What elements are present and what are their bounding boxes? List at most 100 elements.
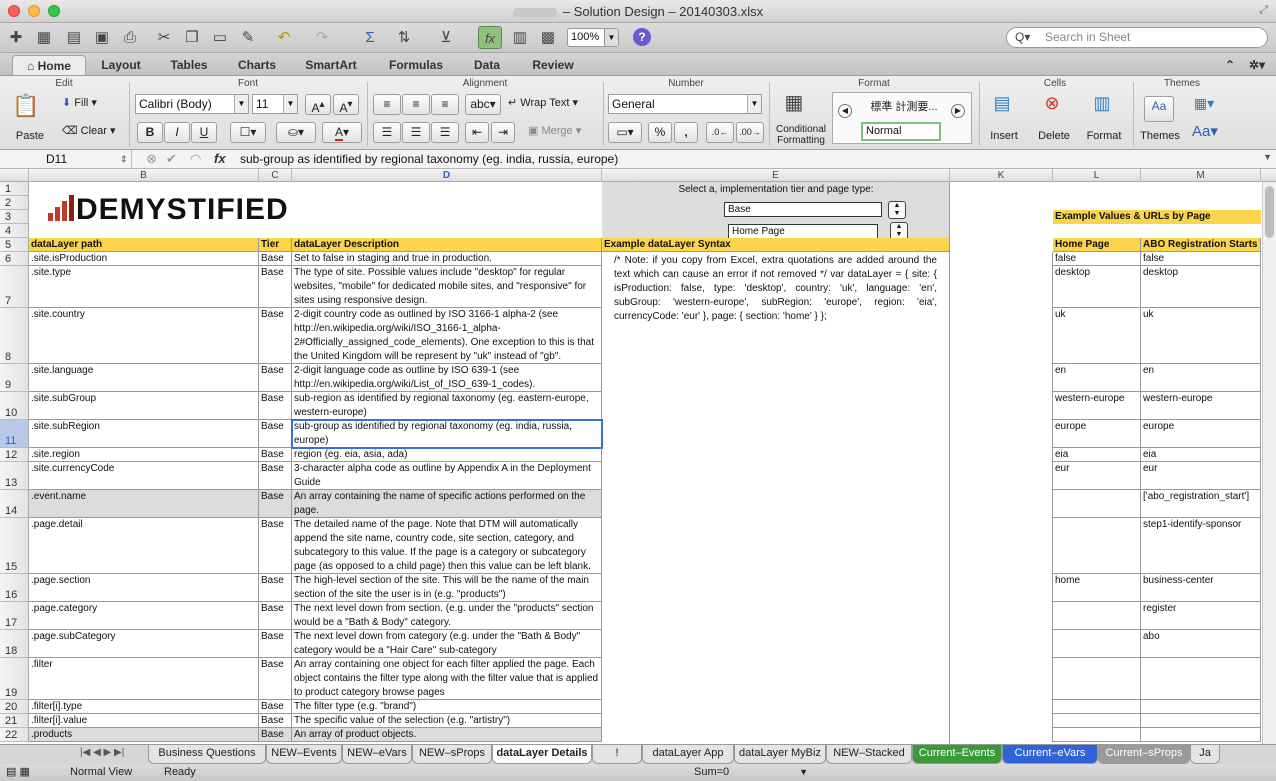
tab-charts[interactable]: Charts — [226, 55, 288, 75]
cell-home[interactable] — [1053, 602, 1141, 630]
cell-path[interactable]: .site.region — [29, 448, 259, 462]
row-header[interactable]: 6 — [0, 252, 29, 266]
cell-abo[interactable]: ['abo_registration_start'] — [1141, 490, 1261, 518]
cell-abo[interactable]: business-center — [1141, 574, 1261, 602]
cell-tier[interactable]: Base — [259, 266, 292, 308]
format-button[interactable]: Format — [1082, 130, 1126, 142]
row-header[interactable]: 2 — [0, 196, 29, 210]
select-all-corner[interactable] — [0, 169, 29, 182]
cell-k[interactable] — [950, 266, 1053, 308]
cell-abo[interactable]: desktop — [1141, 266, 1261, 308]
cell-k[interactable] — [950, 252, 1053, 266]
cell-desc[interactable]: 2-digit country code as outlined by ISO … — [292, 308, 602, 364]
sheet-tab[interactable]: Current–Events — [912, 745, 1002, 764]
cell-k[interactable] — [950, 518, 1053, 574]
row-header[interactable]: 16 — [0, 574, 29, 602]
zoom-select[interactable]: 100% ▼ — [567, 28, 619, 47]
cell-abo[interactable]: eia — [1141, 448, 1261, 462]
cell-k[interactable] — [950, 392, 1053, 420]
row-header[interactable]: 13 — [0, 462, 29, 490]
column-header-k[interactable]: K — [950, 169, 1053, 182]
cell-abo[interactable]: register — [1141, 602, 1261, 630]
conditional-formatting-button[interactable]: Conditional Formatting — [770, 124, 832, 146]
decrease-indent-button[interactable]: ⇤ — [465, 122, 489, 143]
vertical-scrollbar[interactable] — [1262, 182, 1276, 744]
cell-desc[interactable]: The detailed name of the page. Note that… — [292, 518, 602, 574]
tab-formulas[interactable]: Formulas — [378, 55, 454, 75]
cell-path[interactable]: .filter[i].value — [29, 714, 259, 728]
row-header[interactable]: 14 — [0, 490, 29, 518]
cell-abo[interactable] — [1141, 728, 1261, 742]
sheet-tab[interactable]: Current–sProps — [1098, 745, 1190, 764]
cell-desc[interactable]: The filter type (e.g. "brand") — [292, 700, 602, 714]
cell-path[interactable]: .site.subRegion — [29, 420, 259, 448]
save-icon[interactable]: ▣ — [90, 26, 114, 49]
cell-home[interactable] — [1053, 714, 1141, 728]
cell-abo[interactable]: false — [1141, 252, 1261, 266]
bold-button[interactable]: B — [137, 122, 163, 143]
cell-tier[interactable]: Base — [259, 602, 292, 630]
row-header[interactable]: 19 — [0, 658, 29, 700]
cell-tier[interactable]: Base — [259, 518, 292, 574]
cell-path[interactable]: .filter — [29, 658, 259, 700]
row-header[interactable]: 10 — [0, 392, 29, 420]
sheet-tab[interactable]: NEW–sProps — [412, 745, 492, 764]
column-header-m[interactable]: M — [1141, 169, 1261, 182]
tab-home[interactable]: ⌂ Home — [12, 55, 86, 75]
cell-home[interactable] — [1053, 490, 1141, 518]
open-icon[interactable]: ▤ — [62, 26, 86, 49]
cell-tier[interactable]: Base — [259, 364, 292, 392]
cell-tier[interactable]: Base — [259, 630, 292, 658]
row-header[interactable]: 1 — [0, 182, 29, 196]
tier-dropdown[interactable]: Base — [724, 202, 882, 217]
sheet-tab[interactable]: NEW–Stacked — [826, 745, 912, 764]
column-header-e[interactable]: E — [602, 169, 950, 182]
row-header[interactable]: 18 — [0, 630, 29, 658]
align-middle-button[interactable]: ≡ — [402, 94, 430, 115]
theme-colors-icon[interactable]: ▦▾ — [1192, 92, 1216, 115]
formula-input[interactable]: sub-group as identified by regional taxo… — [240, 150, 618, 168]
insert-button[interactable]: Insert — [984, 130, 1024, 142]
column-header-d[interactable]: D — [292, 169, 602, 182]
tier-stepper[interactable]: ▲ ▼ — [888, 201, 906, 219]
cell-path[interactable]: .site.language — [29, 364, 259, 392]
number-format-select[interactable]: General ▼ — [608, 94, 762, 114]
cell-k[interactable] — [950, 700, 1053, 714]
cell-home[interactable]: false — [1053, 252, 1141, 266]
show-toolbox-icon[interactable]: ▥ — [508, 26, 532, 49]
cell-k[interactable] — [950, 462, 1053, 490]
cell-k[interactable] — [950, 420, 1053, 448]
paste-icon[interactable]: ▭ — [208, 26, 232, 49]
print-icon[interactable]: ⎙ — [118, 26, 142, 49]
fill-color-button[interactable]: ⛀▾ — [276, 122, 316, 143]
cell-abo[interactable] — [1141, 714, 1261, 728]
cell-path[interactable]: .site.currencyCode — [29, 462, 259, 490]
cell-path[interactable]: .page.detail — [29, 518, 259, 574]
cell-abo[interactable]: uk — [1141, 308, 1261, 364]
cell-tier[interactable]: Base — [259, 308, 292, 364]
cell-abo[interactable]: western-europe — [1141, 392, 1261, 420]
cell-path[interactable]: .site.type — [29, 266, 259, 308]
row-header[interactable]: 3 — [0, 210, 29, 224]
sheet-tab[interactable]: NEW–eVars — [342, 745, 412, 764]
cell-home[interactable] — [1053, 518, 1141, 574]
cell-path[interactable]: .event.name — [29, 490, 259, 518]
fullscreen-icon[interactable]: ⤢ — [1259, 4, 1268, 17]
filter-icon[interactable]: ⊻ — [434, 26, 458, 49]
percent-button[interactable]: % — [648, 122, 672, 143]
cell-path[interactable]: .site.subGroup — [29, 392, 259, 420]
cell-k[interactable] — [950, 658, 1053, 700]
row-header[interactable]: 22 — [0, 728, 29, 742]
formula-builder-icon[interactable]: fx — [478, 26, 502, 49]
column-header-c[interactable]: C — [259, 169, 292, 182]
comma-button[interactable]: , — [674, 122, 698, 143]
cell-desc[interactable]: The next level down from section. (e.g. … — [292, 602, 602, 630]
cell-tier[interactable]: Base — [259, 462, 292, 490]
decrease-decimal-button[interactable]: .0← — [706, 122, 734, 143]
column-header-l[interactable]: L — [1053, 169, 1141, 182]
redo-icon[interactable]: ↷ — [310, 26, 334, 49]
cell-desc[interactable]: An array of product objects. — [292, 728, 602, 742]
header-home[interactable]: Home Page — [1053, 238, 1141, 252]
header-syntax[interactable]: Example dataLayer Syntax — [602, 238, 950, 252]
sheet-tab[interactable]: NEW–Events — [266, 745, 342, 764]
